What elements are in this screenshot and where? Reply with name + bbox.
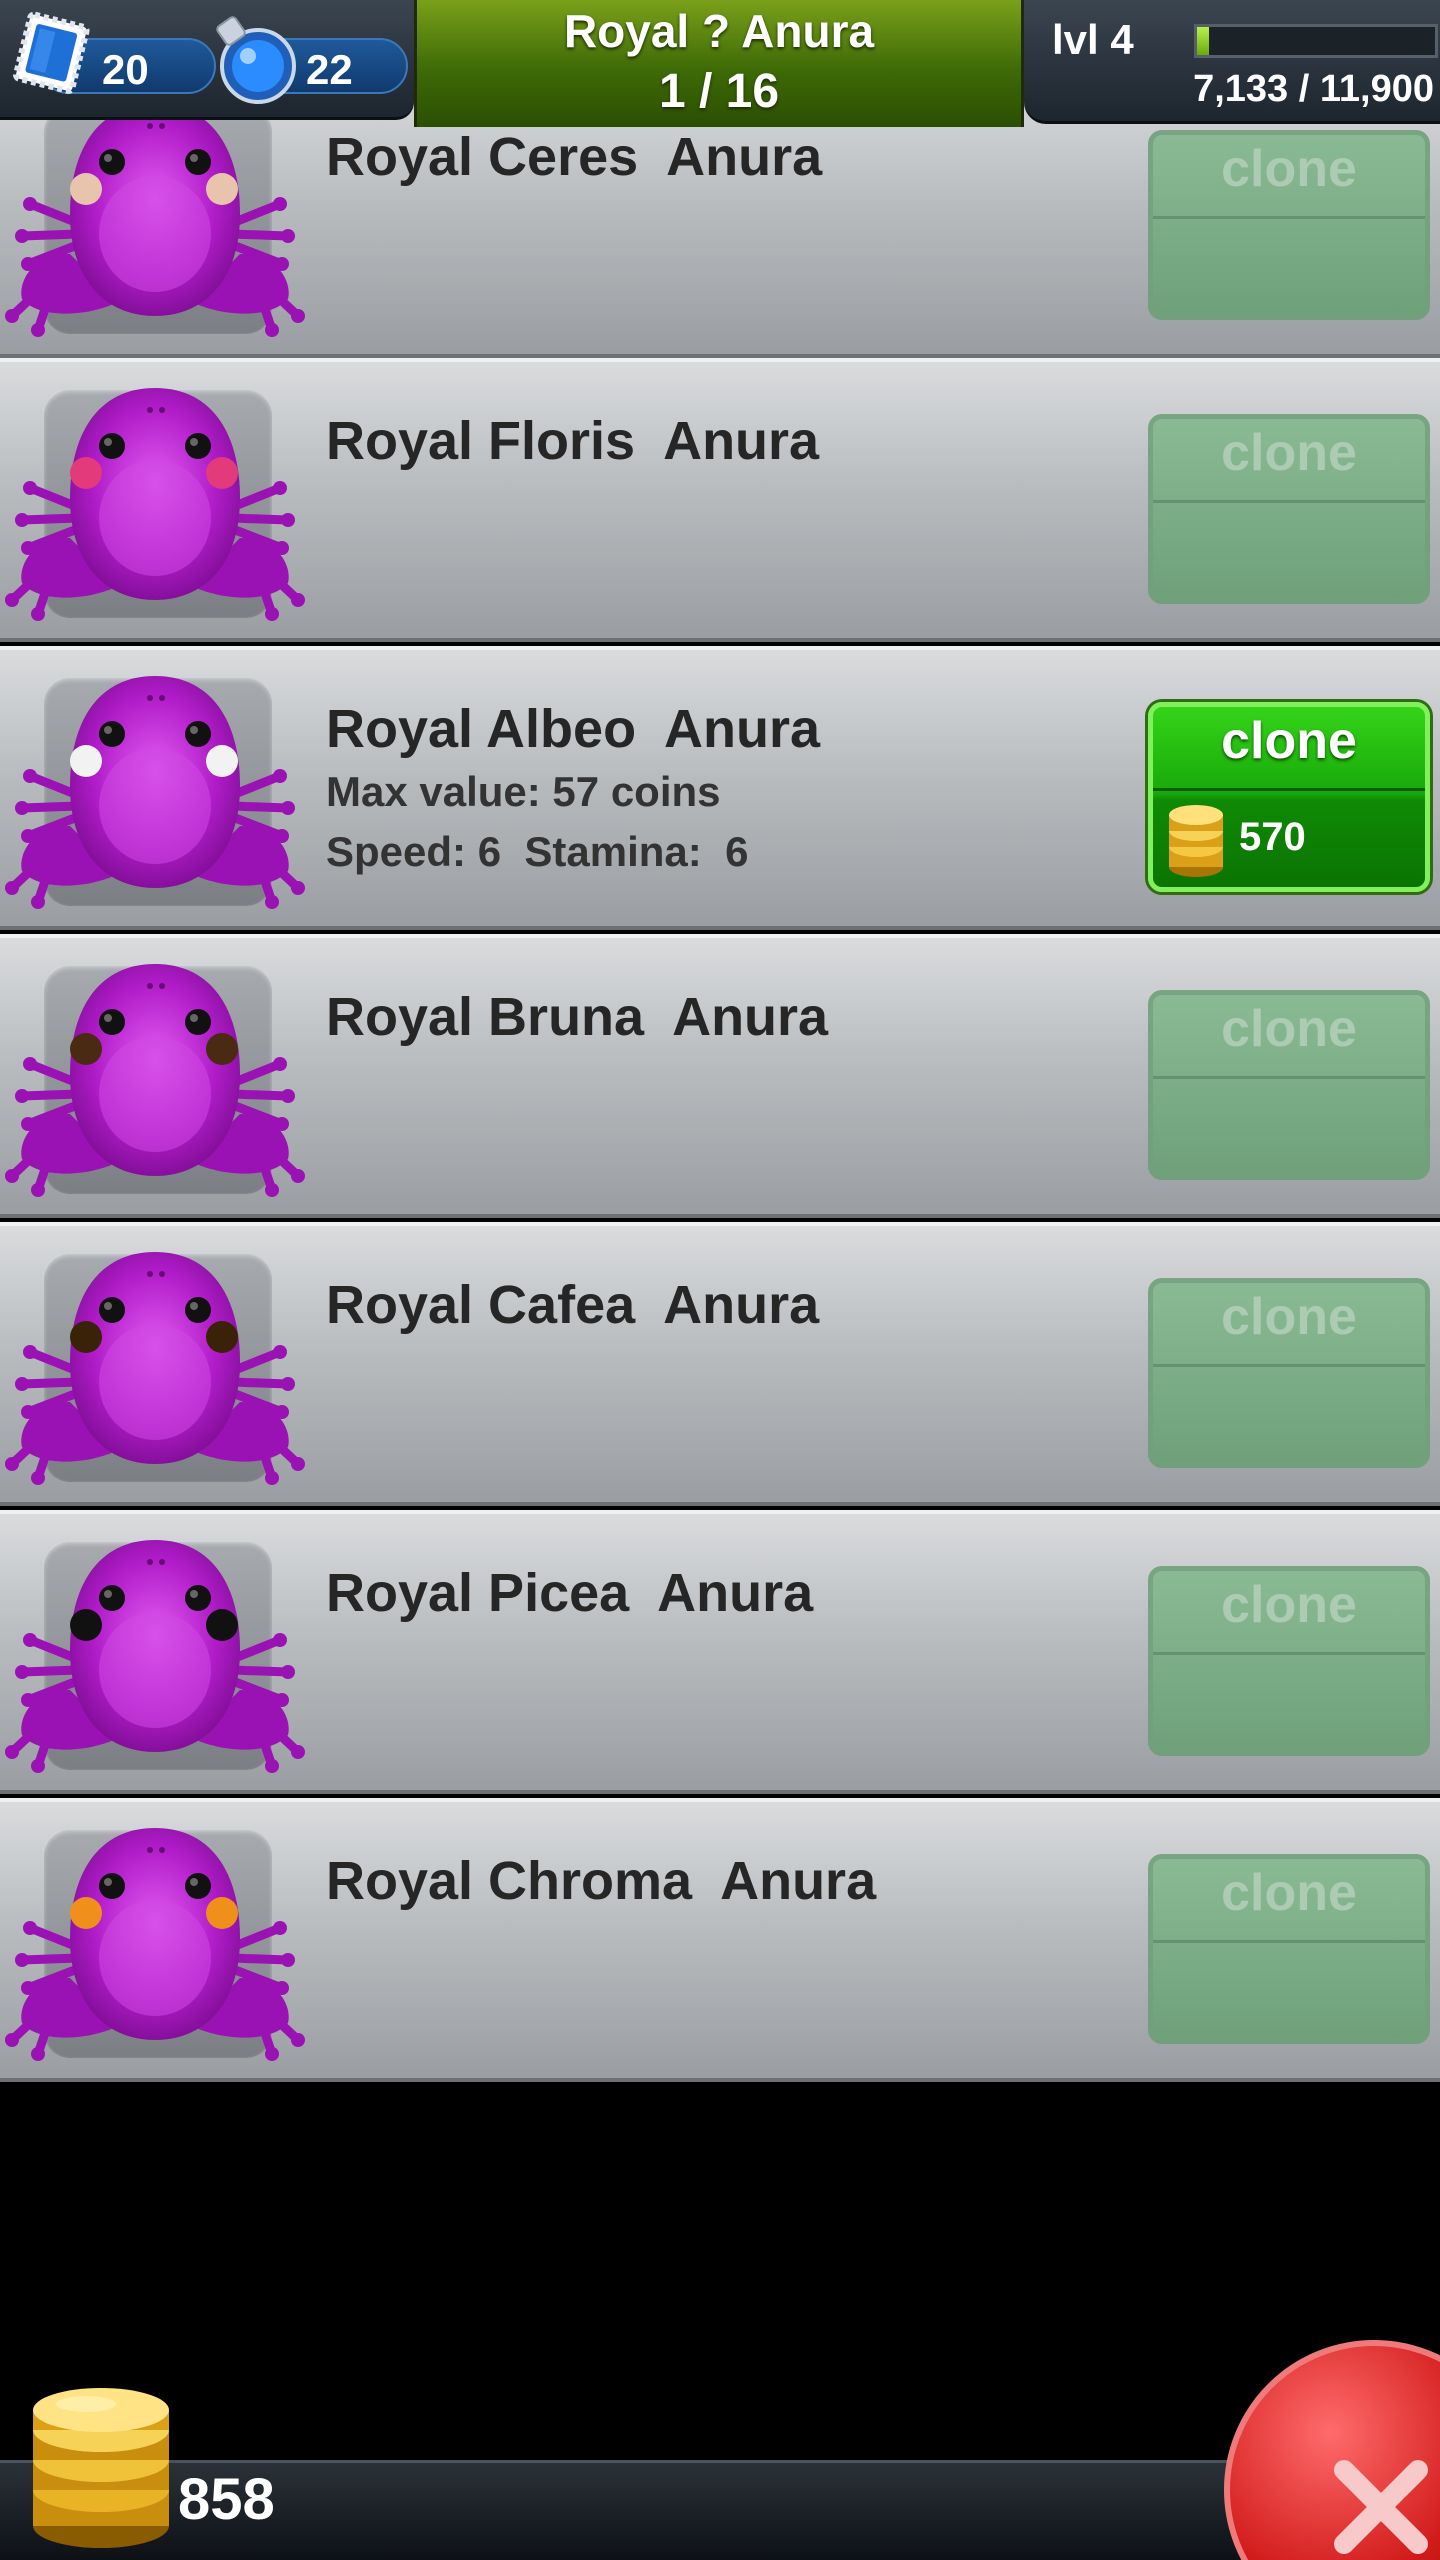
frog-icon <box>0 656 310 926</box>
collection-title: Royal ? Anura <box>563 5 875 57</box>
xp-progress-bar <box>1194 24 1438 58</box>
clone-label: clone <box>1221 712 1357 770</box>
frog-name: Royal Ceres Anura <box>326 127 823 187</box>
frog-name: Royal Albeo Anura <box>326 699 821 759</box>
gold-coin-stack-icon <box>1169 805 1223 877</box>
frog-row-floris: Royal Floris Anura clone <box>0 358 1440 642</box>
blue-stamp-icon <box>12 11 90 94</box>
level-label: lvl 4 <box>1052 16 1134 63</box>
collection-title-bar: Royal ? Anura 1 / 16 <box>414 0 1024 127</box>
gold-coin-stack-icon <box>33 2388 169 2548</box>
frog-stats: Speed: 6 Stamina: 6 <box>326 828 749 875</box>
clone-label: clone <box>1221 1576 1357 1634</box>
xp-progress-fill <box>1197 27 1209 55</box>
close-x-icon <box>1334 2460 1428 2554</box>
collection-progress: 1 / 16 <box>658 65 780 118</box>
stamps-count: 20 <box>102 46 149 93</box>
clone-button[interactable]: clone <box>1148 1854 1430 2044</box>
frog-name: Royal Floris Anura <box>326 411 820 471</box>
frog-row-cafea: Royal Cafea Anura clone <box>0 1222 1440 1506</box>
frog-row-chroma: Royal Chroma Anura clone <box>0 1798 1440 2082</box>
frog-name: Royal Cafea Anura <box>326 1275 820 1335</box>
resources-panel: 20 22 <box>0 0 414 120</box>
close-button[interactable] <box>1224 2340 1440 2560</box>
frog-icon <box>0 1232 310 1502</box>
frog-icon <box>0 1520 310 1790</box>
clone-button[interactable]: clone <box>1148 130 1430 320</box>
frog-name: Royal Picea Anura <box>326 1563 814 1623</box>
top-hud: 20 22 Royal ? Anura 1 / 16 lvl 4 7,133 /… <box>0 0 1440 127</box>
coins-total: 858 <box>178 2467 275 2532</box>
clone-label: clone <box>1221 140 1357 198</box>
frog-icon <box>0 944 310 1214</box>
frog-collection-screen: Royal Ceres Anura clone Royal Floris Anu… <box>0 0 1440 2560</box>
clone-button-active[interactable]: clone 570 <box>1148 702 1430 892</box>
clone-button[interactable]: clone <box>1148 1278 1430 1468</box>
frog-icon <box>0 368 310 638</box>
frog-name: Royal Bruna Anura <box>326 987 829 1047</box>
clone-label: clone <box>1221 1288 1357 1346</box>
frog-row-picea: Royal Picea Anura clone <box>0 1510 1440 1794</box>
clone-price: 570 <box>1239 815 1306 859</box>
frog-max-value: Max value: 57 coins <box>326 768 721 815</box>
clone-label: clone <box>1221 1864 1357 1922</box>
frog-name: Royal Chroma Anura <box>326 1851 877 1911</box>
clone-label: clone <box>1221 424 1357 482</box>
clone-button[interactable]: clone <box>1148 414 1430 604</box>
frog-icon <box>0 1808 310 2078</box>
clone-label: clone <box>1221 1000 1357 1058</box>
frog-row-albeo: Royal Albeo Anura Max value: 57 coins Sp… <box>0 646 1440 930</box>
clone-button[interactable]: clone <box>1148 1566 1430 1756</box>
potions-count: 22 <box>306 46 353 93</box>
level-panel: lvl 4 7,133 / 11,900 <box>1024 0 1440 124</box>
blue-potion-icon <box>216 16 296 104</box>
clone-button[interactable]: clone <box>1148 990 1430 1180</box>
xp-value: 7,133 / 11,900 <box>1193 68 1434 110</box>
frog-row-bruna: Royal Bruna Anura clone <box>0 934 1440 1218</box>
